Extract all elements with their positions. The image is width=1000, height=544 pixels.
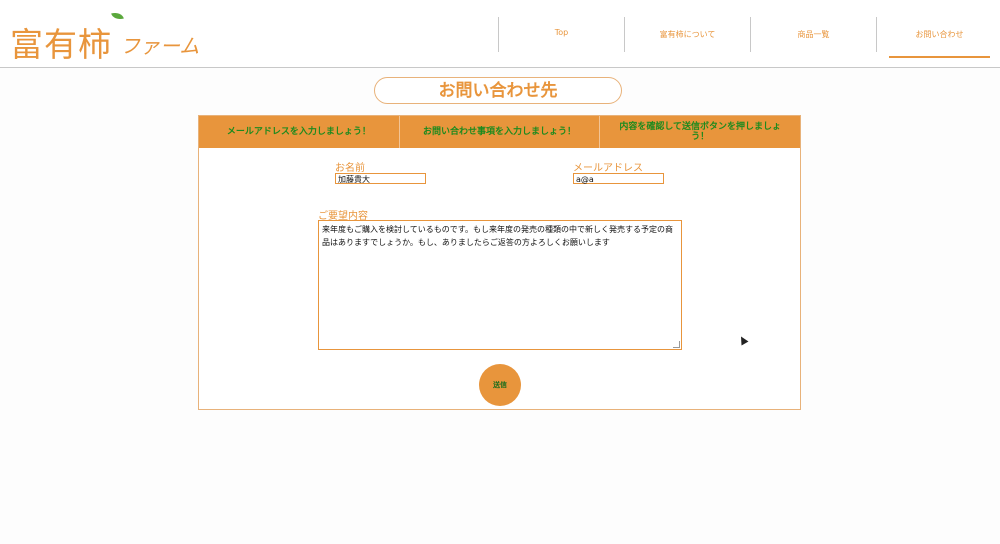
form-steps: メールアドレスを入力しましょう！ お問い合わせ事項を入力しましょう！ 内容を確認… (199, 116, 800, 148)
nav-label: Top (554, 28, 569, 37)
leaf-icon (111, 10, 124, 22)
name-field[interactable]: 加藤貴大 (335, 173, 426, 184)
email-label: メールアドレス (573, 163, 643, 174)
logo-main-text: 富有柿 (10, 25, 112, 64)
message-textarea[interactable]: 来年度もご購入を検討しているものです。もし来年度の発売の種類の中で新しく発売する… (318, 220, 682, 350)
submit-button[interactable]: 送信 (479, 364, 521, 406)
nav-label: 商品一覧 (797, 30, 830, 39)
step-email: メールアドレスを入力しましょう！ (199, 116, 400, 148)
nav-item-about[interactable]: 富有柿について (624, 17, 750, 52)
name-label: お名前 (335, 163, 365, 174)
nav-item-top[interactable]: Top (498, 17, 624, 52)
message-text: 来年度もご購入を検討しているものです。もし来年度の発売の種類の中で新しく発売する… (322, 225, 673, 247)
nav-item-contact[interactable]: お問い合わせ (876, 17, 1000, 58)
nav-item-products[interactable]: 商品一覧 (750, 17, 876, 52)
email-field[interactable]: a@a (573, 173, 664, 184)
page-title: お問い合わせ先 (374, 77, 622, 104)
resize-handle-icon[interactable] (673, 341, 680, 348)
main-nav: Top 富有柿について 商品一覧 お問い合わせ (498, 17, 1000, 58)
nav-label: 富有柿について (659, 30, 716, 39)
site-header: 富有柿 ファーム Top 富有柿について 商品一覧 お問い合わせ (0, 0, 1000, 68)
step-inquiry: お問い合わせ事項を入力しましょう！ (400, 116, 601, 148)
logo-sub-text: ファーム (120, 34, 200, 58)
step-confirm: 内容を確認して送信ボタンを押しましょう！ (619, 122, 782, 142)
nav-label: お問い合わせ (915, 30, 964, 39)
